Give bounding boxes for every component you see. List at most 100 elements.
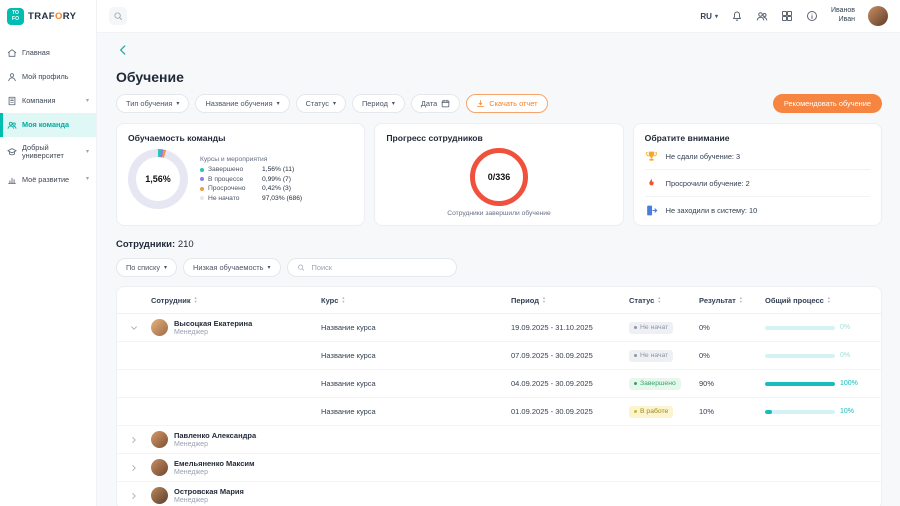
employee-search[interactable]	[287, 258, 457, 277]
search-icon	[297, 263, 305, 272]
avatar	[151, 319, 168, 336]
notifications-bell-icon[interactable]	[731, 10, 743, 22]
download-report-button[interactable]: Скачать отчет	[466, 94, 547, 113]
back-button[interactable]	[116, 43, 130, 57]
course-name: Название курса	[321, 379, 511, 388]
table-header: Сотрудник▲▼ Курс▲▼ Период▲▼ Статус▲▼ Рез…	[117, 287, 881, 314]
sidebar-item-my-team[interactable]: Моя команда	[0, 113, 96, 137]
legend-dot	[200, 168, 204, 172]
sort-icon: ▲▼	[739, 296, 743, 303]
chevron-down-icon: ▾	[715, 13, 718, 20]
info-icon[interactable]	[806, 10, 818, 22]
attention-label: Просрочили обучение: 2	[666, 179, 750, 188]
chevron-down-icon: ▾	[277, 100, 280, 107]
filter-period[interactable]: Период▾	[352, 94, 405, 113]
page-title: Обучение	[116, 69, 882, 85]
filter-date[interactable]: Дата	[411, 94, 460, 113]
table-row[interactable]: Емельяненко МаксимМенеджер	[117, 454, 881, 482]
chevron-right-icon	[129, 491, 139, 501]
result-value: 0%	[699, 323, 765, 332]
avatar[interactable]	[868, 6, 888, 26]
sidebar-item-label: Компания	[22, 97, 55, 105]
employee-role: Менеджер	[174, 329, 252, 336]
user-menu[interactable]: Иванов Иван	[831, 7, 855, 25]
column-header-course[interactable]: Курс▲▼	[321, 296, 511, 305]
collapse-row-button[interactable]	[117, 323, 151, 333]
filters-row: Тип обучения▾ Название обучения▾ Статус▾…	[116, 94, 882, 113]
legend-dot	[200, 187, 204, 191]
ring-center-value: 0/336	[488, 172, 511, 182]
sidebar-item-company[interactable]: Компания ▾	[0, 89, 96, 113]
expand-row-button[interactable]	[117, 463, 151, 473]
sidebar: TO FO TRAFORY Главная Мой профиль Компан…	[0, 0, 97, 506]
filter-low-learnability[interactable]: Низкая обучаемость▾	[183, 258, 281, 277]
legend-item: В процессе0,99% (7)	[200, 176, 353, 183]
brand-logo-line2: FO	[12, 17, 19, 23]
table-row[interactable]: Название курса 04.09.2025 - 30.09.2025 З…	[117, 370, 881, 398]
sidebar-menu: Главная Мой профиль Компания ▾ Моя коман…	[0, 41, 96, 192]
column-header-period[interactable]: Период▲▼	[511, 296, 629, 305]
employee-name: Емельяненко Максим	[174, 459, 255, 468]
result-value: 90%	[699, 379, 765, 388]
attention-item: Просрочили обучение: 2	[645, 170, 870, 197]
sidebar-item-university[interactable]: Добрый университет ▾	[0, 137, 96, 168]
apps-grid-icon[interactable]	[781, 10, 793, 22]
user-first-name: Иван	[831, 16, 855, 25]
course-period: 19.09.2025 - 31.10.2025	[511, 323, 629, 332]
filter-training-type[interactable]: Тип обучения▾	[116, 94, 189, 113]
course-name: Название курса	[321, 323, 511, 332]
table-row[interactable]: Название курса 01.09.2025 - 30.09.2025 В…	[117, 398, 881, 426]
column-header-result[interactable]: Результат▲▼	[699, 296, 765, 305]
user-icon	[7, 72, 17, 82]
sort-icon: ▲▼	[657, 296, 661, 303]
course-name: Название курса	[321, 351, 511, 360]
filter-by-list[interactable]: По списку▾	[116, 258, 177, 277]
recommend-training-button[interactable]: Рекомендовать обучение	[773, 94, 882, 113]
result-value: 0%	[699, 351, 765, 360]
column-header-employee[interactable]: Сотрудник▲▼	[151, 296, 321, 305]
app-window: TO FO TRAFORY Главная Мой профиль Компан…	[0, 0, 900, 506]
sidebar-item-profile[interactable]: Мой профиль	[0, 65, 96, 89]
calendar-icon	[441, 99, 450, 108]
brand-wordmark: TRAFORY	[28, 11, 76, 22]
brand-logo[interactable]: TO FO TRAFORY	[0, 0, 96, 33]
table-row[interactable]: Название курса 07.09.2025 - 30.09.2025 Н…	[117, 342, 881, 370]
employees-count-value: 210	[178, 239, 194, 250]
expand-row-button[interactable]	[117, 435, 151, 445]
trophy-icon	[645, 150, 658, 163]
search-button[interactable]	[109, 7, 127, 25]
donut-legend: Курсы и мероприятия Завершено1,56% (11) …	[200, 156, 353, 202]
topbar: RU ▾ Иванов Иван	[97, 0, 900, 33]
card-title: Обратите внимание	[645, 133, 870, 143]
filter-training-name[interactable]: Название обучения▾	[195, 94, 289, 113]
building-icon	[7, 96, 17, 106]
team-learnability-card: Обучаемость команды 1,56% Курсы и меропр…	[116, 123, 365, 226]
search-input[interactable]	[310, 262, 447, 273]
table-row[interactable]: Островская МарияМенеджер	[117, 482, 881, 506]
employee-role: Менеджер	[174, 469, 255, 476]
users-icon[interactable]	[756, 10, 768, 22]
main-content: Обучение Тип обучения▾ Название обучения…	[98, 33, 900, 506]
table-row[interactable]: Павленко АлександраМенеджер	[117, 426, 881, 454]
topbar-actions: RU ▾ Иванов Иван	[700, 6, 888, 26]
attention-label: Не сдали обучение: 3	[666, 152, 741, 161]
sidebar-item-development[interactable]: Моё развитие ▾	[0, 168, 96, 192]
language-label: RU	[700, 12, 712, 21]
expand-row-button[interactable]	[117, 491, 151, 501]
sidebar-item-home[interactable]: Главная	[0, 41, 96, 65]
filter-status[interactable]: Статус▾	[296, 94, 346, 113]
legend-dot	[200, 177, 204, 181]
chevron-down-icon: ▾	[268, 264, 271, 271]
sidebar-item-label: Моё развитие	[22, 176, 69, 184]
status-badge: В работе	[629, 406, 673, 418]
table-row[interactable]: Высоцкая ЕкатеринаМенеджер Название курс…	[117, 314, 881, 342]
column-header-progress[interactable]: Общий процесс▲▼	[765, 296, 881, 305]
employee-name: Островская Мария	[174, 487, 244, 496]
chevron-right-icon	[129, 435, 139, 445]
avatar	[151, 431, 168, 448]
column-header-status[interactable]: Статус▲▼	[629, 296, 699, 305]
legend-item: Просрочено0,42% (3)	[200, 185, 353, 192]
progress-bar: 0%	[765, 324, 881, 331]
course-period: 04.09.2025 - 30.09.2025	[511, 379, 629, 388]
language-selector[interactable]: RU ▾	[700, 12, 718, 21]
